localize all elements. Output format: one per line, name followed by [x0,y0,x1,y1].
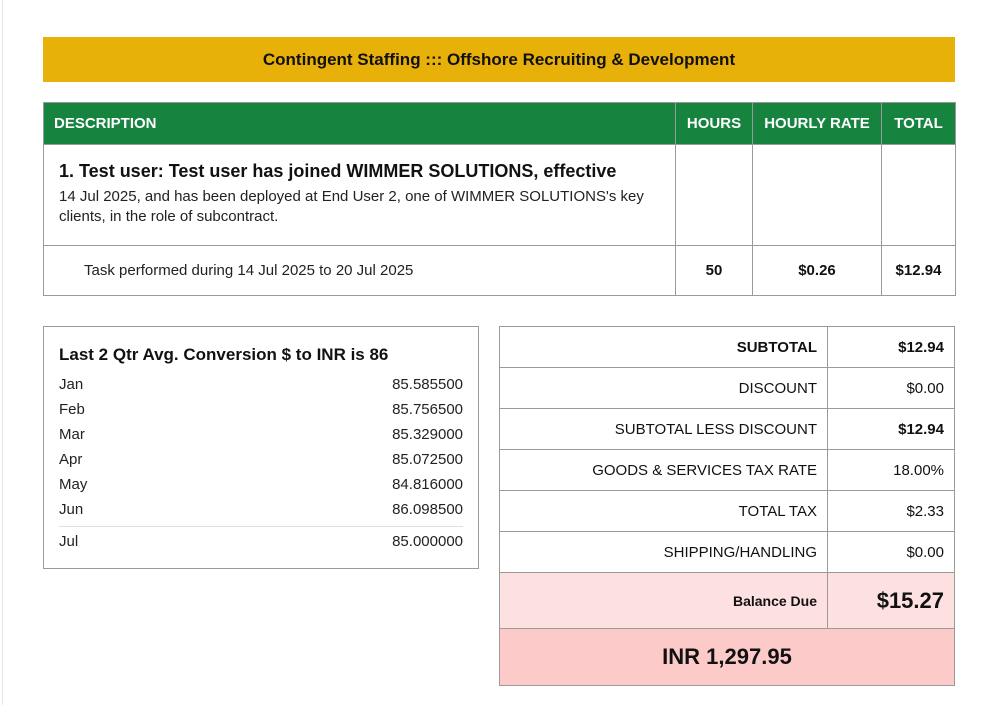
total-tax-row: TOTAL TAX $2.33 [499,490,955,532]
rate-row: Jan 85.585500 [59,372,463,397]
tax-rate-row: GOODS & SERVICES TAX RATE 18.00% [499,449,955,491]
total-tax-value: $2.33 [827,490,955,532]
conversion-title: Last 2 Qtr Avg. Conversion $ to INR is 8… [59,345,389,364]
header-hours: HOURS [675,102,753,145]
item-row: 1. Test user: Test user has joined WIMME… [43,144,956,246]
total-tax-label: TOTAL TAX [499,490,828,532]
rate-value: 85.329000 [392,426,463,443]
rate-row: Jul 85.000000 [59,526,463,556]
subtotal-row: SUBTOTAL $12.94 [499,326,955,368]
line-items-table: DESCRIPTION HOURS HOURLY RATE TOTAL 1. T… [43,102,956,296]
subtotal-value: $12.94 [827,326,955,368]
balance-due-row: Balance Due $15.27 [499,572,955,629]
header-total: TOTAL [881,102,956,145]
header-description: DESCRIPTION [43,102,676,145]
inr-total: INR 1,297.95 [499,628,955,686]
subtotal-label: SUBTOTAL [499,326,828,368]
rate-month: May [59,476,88,493]
inr-total-row: INR 1,297.95 [499,628,955,686]
rate-row: Feb 85.756500 [59,397,463,422]
shipping-row: SHIPPING/HANDLING $0.00 [499,531,955,573]
item-hours-cell [675,144,753,246]
subtotal-less-discount-value: $12.94 [827,408,955,450]
item-text: 14 Jul 2025, and has been deployed at En… [59,188,644,225]
item-total-cell [881,144,956,246]
rate-month: Jan [59,376,84,393]
rate-value: 84.816000 [392,476,463,493]
item-description-cell: 1. Test user: Test user has joined WIMME… [43,144,676,246]
subtotal-less-discount-label: SUBTOTAL LESS DISCOUNT [499,408,828,450]
rate-value: 85.585500 [392,376,463,393]
balance-due-label: Balance Due [499,572,828,629]
rate-month: Apr [59,451,83,468]
rate-month: Feb [59,401,85,418]
rate-row: Apr 85.072500 [59,447,463,472]
rate-month: Jul [59,533,79,550]
shipping-value: $0.00 [827,531,955,573]
items-header-row: DESCRIPTION HOURS HOURLY RATE TOTAL [43,102,956,145]
rate-month: Jun [59,501,84,518]
page-edge [2,0,3,705]
tax-rate-label: GOODS & SERVICES TAX RATE [499,449,828,491]
discount-value: $0.00 [827,367,955,409]
subtotal-less-discount-row: SUBTOTAL LESS DISCOUNT $12.94 [499,408,955,450]
conversion-rates-box: Last 2 Qtr Avg. Conversion $ to INR is 8… [43,326,479,569]
discount-row: DISCOUNT $0.00 [499,367,955,409]
task-hourly-rate: $0.26 [752,245,882,296]
invoice-banner: Contingent Staffing ::: Offshore Recruit… [43,37,955,82]
task-description: Task performed during 14 Jul 2025 to 20 … [43,245,676,296]
rate-value: 85.072500 [392,451,463,468]
rate-row: Jun 86.098500 [59,497,463,522]
tax-rate-value: 18.00% [827,449,955,491]
rate-value: 85.756500 [392,401,463,418]
item-rate-cell [752,144,882,246]
discount-label: DISCOUNT [499,367,828,409]
header-hourly-rate: HOURLY RATE [752,102,882,145]
task-hours: 50 [675,245,753,296]
summary-table: SUBTOTAL $12.94 DISCOUNT $0.00 SUBTOTAL … [499,326,955,686]
rate-month: Mar [59,426,85,443]
rate-row: Mar 85.329000 [59,422,463,447]
task-row: Task performed during 14 Jul 2025 to 20 … [43,245,956,296]
banner-title: Contingent Staffing ::: Offshore Recruit… [262,49,736,69]
balance-due-value: $15.27 [827,572,955,629]
rate-value: 85.000000 [392,533,463,550]
item-title: 1. Test user: Test user has joined WIMME… [59,161,617,181]
shipping-label: SHIPPING/HANDLING [499,531,828,573]
task-total: $12.94 [881,245,956,296]
rate-value: 86.098500 [392,501,463,518]
rate-row: May 84.816000 [59,472,463,497]
